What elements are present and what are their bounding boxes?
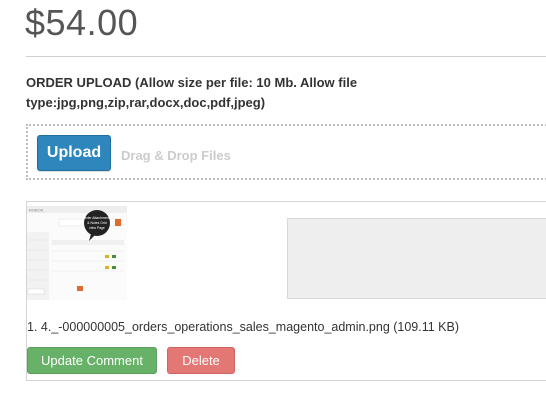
file-thumbnail[interactable]: ROBOK Order Attachments & Notes Grid vie… bbox=[27, 206, 127, 300]
uploaded-file-name: 1. 4._-000000005_orders_operations_sales… bbox=[27, 320, 460, 334]
screenshot-thumbnail-icon: ROBOK Order Attachments & Notes Grid vie… bbox=[27, 206, 127, 300]
divider bbox=[26, 56, 546, 57]
svg-text:Order Attachments: Order Attachments bbox=[83, 216, 112, 220]
update-comment-button[interactable]: Update Comment bbox=[27, 347, 157, 374]
svg-text:view Page: view Page bbox=[89, 226, 105, 230]
drag-drop-hint: Drag & Drop Files bbox=[121, 148, 231, 163]
product-price: $54.00 bbox=[25, 2, 139, 43]
order-upload-panel: $54.00 ORDER UPLOAD (Allow size per file… bbox=[0, 0, 546, 401]
upload-button[interactable]: Upload bbox=[37, 135, 111, 171]
svg-text:ROBOK: ROBOK bbox=[29, 208, 44, 213]
comment-textarea[interactable] bbox=[287, 218, 546, 299]
svg-text:& Notes Grid: & Notes Grid bbox=[87, 221, 107, 225]
order-upload-label: ORDER UPLOAD (Allow size per file: 10 Mb… bbox=[26, 75, 358, 110]
delete-button[interactable]: Delete bbox=[167, 347, 235, 374]
